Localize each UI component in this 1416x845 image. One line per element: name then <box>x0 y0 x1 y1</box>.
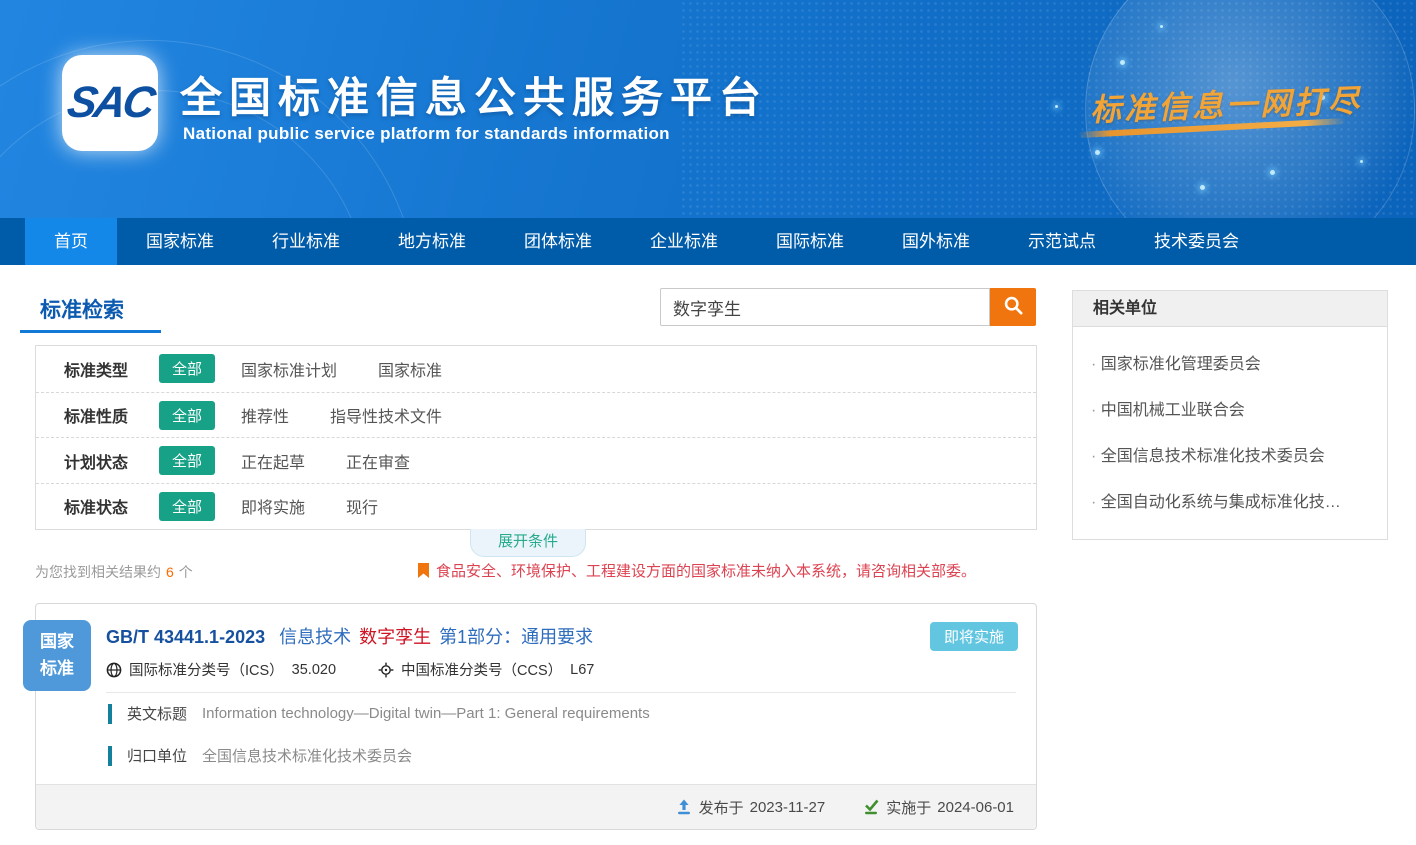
detail-row-committee: 归口单位 全国信息技术标准化技术委员会 <box>108 745 412 766</box>
detail-value: Information technology—Digital twin—Part… <box>202 705 650 722</box>
system-notice: 食品安全、环境保护、工程建设方面的国家标准未纳入本系统，请咨询相关部委。 <box>418 560 976 581</box>
detail-label: 归口单位 <box>127 745 187 766</box>
filter-row-plan-status: 计划状态 全部 正在起草 正在审查 <box>36 437 1036 483</box>
filter-row-standard-status: 标准状态 全部 即将实施 现行 <box>36 483 1036 529</box>
filter-all-badge[interactable]: 全部 <box>159 446 215 475</box>
filter-option[interactable]: 推荐性 <box>241 403 289 427</box>
title-rest[interactable]: 第1部分：通用要求 <box>439 627 593 647</box>
site-header: SAC 全国标准信息公共服务平台 National public service… <box>0 0 1416 218</box>
search-bar <box>660 288 1036 326</box>
result-summary: 为您找到相关结果约 6个 <box>35 562 193 582</box>
filter-label: 标准类型 <box>64 357 159 381</box>
filter-row-standard-nature: 标准性质 全部 推荐性 指导性技术文件 <box>36 392 1036 438</box>
card-divider <box>106 692 1016 693</box>
filter-option[interactable]: 国家标准计划 <box>241 357 337 381</box>
nav-item-pilot[interactable]: 示范试点 <box>999 218 1125 265</box>
title-segment[interactable]: 信息技术 <box>279 627 351 647</box>
section-title-standard-search: 标准检索 <box>40 294 124 324</box>
published-info: 发布于 2023-11-27 <box>676 797 826 818</box>
detail-label: 英文标题 <box>127 703 187 724</box>
nav-item-technical-committee[interactable]: 技术委员会 <box>1125 218 1268 265</box>
filter-option[interactable]: 指导性技术文件 <box>330 403 442 427</box>
ccs-value: L67 <box>570 662 594 678</box>
notice-text: 食品安全、环境保护、工程建设方面的国家标准未纳入本系统，请咨询相关部委。 <box>436 560 976 581</box>
related-units-title: 相关单位 <box>1072 290 1388 327</box>
sac-logo-text: SAC <box>64 78 157 128</box>
implemented-label: 实施于 <box>886 797 931 818</box>
title-highlight[interactable]: 数字孪生 <box>359 627 431 647</box>
classification-meta: 国际标准分类号（ICS） 35.020 中国标准分类号（CCS） L67 <box>106 659 594 680</box>
filter-label: 标准状态 <box>64 494 159 518</box>
filter-option[interactable]: 正在审查 <box>346 449 410 473</box>
result-count: 6 <box>166 564 174 580</box>
related-units-panel: 相关单位 国家标准化管理委员会 中国机械工业联合会 全国信息技术标准化技术委员会… <box>1072 290 1388 540</box>
ics-label: 国际标准分类号（ICS） <box>129 659 284 680</box>
filter-all-badge[interactable]: 全部 <box>159 492 215 521</box>
related-units-list: 国家标准化管理委员会 中国机械工业联合会 全国信息技术标准化技术委员会 全国自动… <box>1072 327 1388 540</box>
nav-item-foreign-standards[interactable]: 国外标准 <box>873 218 999 265</box>
detail-value: 全国信息技术标准化技术委员会 <box>202 745 412 766</box>
filter-option[interactable]: 国家标准 <box>378 357 442 381</box>
main-nav: 首页 国家标准 行业标准 地方标准 团体标准 企业标准 国际标准 国外标准 示范… <box>0 218 1416 265</box>
implemented-info: 实施于 2024-06-01 <box>863 797 1014 818</box>
site-subtitle: National public service platform for sta… <box>183 124 670 144</box>
bookmark-icon <box>418 563 429 578</box>
filter-panel: 标准类型 全部 国家标准计划 国家标准 标准性质 全部 推荐性 指导性技术文件 … <box>35 345 1037 530</box>
detail-row-english-title: 英文标题 Information technology—Digital twin… <box>108 703 650 724</box>
nav-item-industry-standards[interactable]: 行业标准 <box>243 218 369 265</box>
filter-option[interactable]: 即将实施 <box>241 494 305 518</box>
filter-label: 计划状态 <box>64 449 159 473</box>
row-marker-bar <box>108 704 112 724</box>
published-date: 2023-11-27 <box>750 799 826 816</box>
related-unit-link[interactable]: 全国信息技术标准化技术委员会 <box>1073 431 1387 477</box>
nav-item-national-standards[interactable]: 国家标准 <box>117 218 243 265</box>
filter-option[interactable]: 正在起草 <box>241 449 305 473</box>
globe-icon <box>106 662 122 678</box>
nav-item-local-standards[interactable]: 地方标准 <box>369 218 495 265</box>
standard-type-badge: 国家 标准 <box>23 620 91 691</box>
page: SAC 全国标准信息公共服务平台 National public service… <box>0 0 1416 845</box>
badge-line-1: 国家 <box>40 629 74 655</box>
sac-logo[interactable]: SAC <box>62 55 158 151</box>
site-title: 全国标准信息公共服务平台 <box>180 64 768 125</box>
implement-check-icon <box>863 799 879 815</box>
standard-code[interactable]: GB/T 43441.1-2023 <box>106 627 265 647</box>
badge-line-2: 标准 <box>40 656 74 682</box>
standard-result-card: 国家 标准 GB/T 43441.1-2023 信息技术数字孪生第1部分：通用要求… <box>35 603 1037 830</box>
implemented-date: 2024-06-01 <box>937 799 1014 816</box>
standard-title-link[interactable]: GB/T 43441.1-2023 信息技术数字孪生第1部分：通用要求 <box>106 623 601 649</box>
search-icon <box>1003 295 1024 319</box>
nav-item-group-standards[interactable]: 团体标准 <box>495 218 621 265</box>
filter-all-badge[interactable]: 全部 <box>159 401 215 430</box>
card-footer: 发布于 2023-11-27 实施于 2024-06-01 <box>36 784 1036 829</box>
filter-option[interactable]: 现行 <box>346 494 378 518</box>
filter-label: 标准性质 <box>64 403 159 427</box>
section-title-underline <box>20 330 161 333</box>
search-button[interactable] <box>990 288 1036 326</box>
nav-item-international-standards[interactable]: 国际标准 <box>747 218 873 265</box>
status-badge: 即将实施 <box>930 622 1018 651</box>
related-unit-link[interactable]: 国家标准化管理委员会 <box>1073 339 1387 385</box>
ics-value: 35.020 <box>292 662 336 678</box>
crosshair-icon <box>378 662 394 678</box>
filter-row-standard-type: 标准类型 全部 国家标准计划 国家标准 <box>36 346 1036 392</box>
row-marker-bar <box>108 746 112 766</box>
publish-upload-icon <box>676 799 692 815</box>
published-label: 发布于 <box>699 797 744 818</box>
filter-all-badge[interactable]: 全部 <box>159 354 215 383</box>
nav-item-home[interactable]: 首页 <box>25 218 117 265</box>
nav-item-enterprise-standards[interactable]: 企业标准 <box>621 218 747 265</box>
expand-conditions-button[interactable]: 展开条件 <box>470 529 586 557</box>
related-unit-link[interactable]: 中国机械工业联合会 <box>1073 385 1387 431</box>
ccs-label: 中国标准分类号（CCS） <box>401 659 562 680</box>
search-input[interactable] <box>660 288 990 326</box>
result-summary-prefix: 为您找到相关结果约 <box>35 564 161 580</box>
related-unit-link[interactable]: 全国自动化系统与集成标准化技… <box>1073 477 1387 523</box>
result-summary-suffix: 个 <box>179 564 193 580</box>
